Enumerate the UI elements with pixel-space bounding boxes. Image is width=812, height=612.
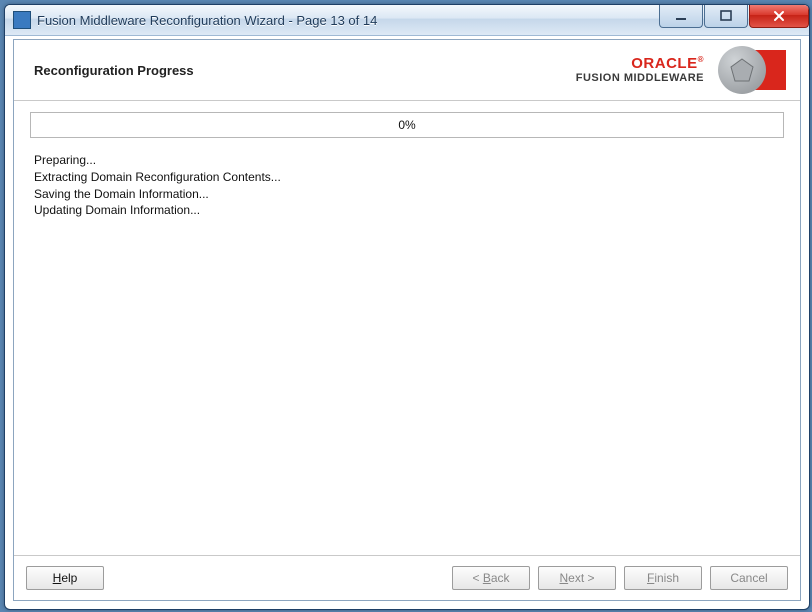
maximize-icon — [720, 10, 732, 22]
progress-log: Preparing... Extracting Domain Reconfigu… — [30, 152, 784, 219]
title-bar[interactable]: Fusion Middleware Reconfiguration Wizard… — [5, 5, 809, 36]
window-title: Fusion Middleware Reconfiguration Wizard… — [37, 13, 377, 28]
pentagon-icon — [728, 56, 756, 84]
close-icon — [772, 9, 786, 23]
progress-percent: 0% — [398, 118, 415, 132]
wizard-footer: Help < Back Next > Finish Cancel — [14, 555, 800, 600]
help-button[interactable]: Help — [26, 566, 104, 590]
log-line: Updating Domain Information... — [34, 202, 784, 219]
brand-text: ORACLE® FUSION MIDDLEWARE — [576, 56, 704, 85]
brand-oracle: ORACLE® — [576, 56, 704, 73]
client-area: Reconfiguration Progress ORACLE® FUSION … — [13, 39, 801, 601]
oracle-brand: ORACLE® FUSION MIDDLEWARE — [576, 46, 786, 94]
back-button[interactable]: < Back — [452, 566, 530, 590]
close-button[interactable] — [749, 5, 809, 28]
wizard-body: 0% Preparing... Extracting Domain Reconf… — [14, 100, 800, 556]
help-rest: elp — [61, 571, 77, 585]
minimize-icon — [675, 10, 687, 22]
next-button[interactable]: Next > — [538, 566, 616, 590]
log-line: Saving the Domain Information... — [34, 186, 784, 203]
page-title: Reconfiguration Progress — [34, 63, 194, 78]
log-line: Preparing... — [34, 152, 784, 169]
maximize-button[interactable] — [704, 5, 748, 28]
brand-badge — [718, 46, 786, 94]
window-controls — [658, 5, 809, 27]
log-line: Extracting Domain Reconfiguration Conten… — [34, 169, 784, 186]
wizard-header: Reconfiguration Progress ORACLE® FUSION … — [14, 40, 800, 101]
wizard-window: Fusion Middleware Reconfiguration Wizard… — [4, 4, 810, 610]
cancel-button[interactable]: Cancel — [710, 566, 788, 590]
brand-subtitle: FUSION MIDDLEWARE — [576, 72, 704, 84]
finish-button[interactable]: Finish — [624, 566, 702, 590]
minimize-button[interactable] — [659, 5, 703, 28]
app-icon — [13, 11, 31, 29]
progress-bar: 0% — [30, 112, 784, 138]
